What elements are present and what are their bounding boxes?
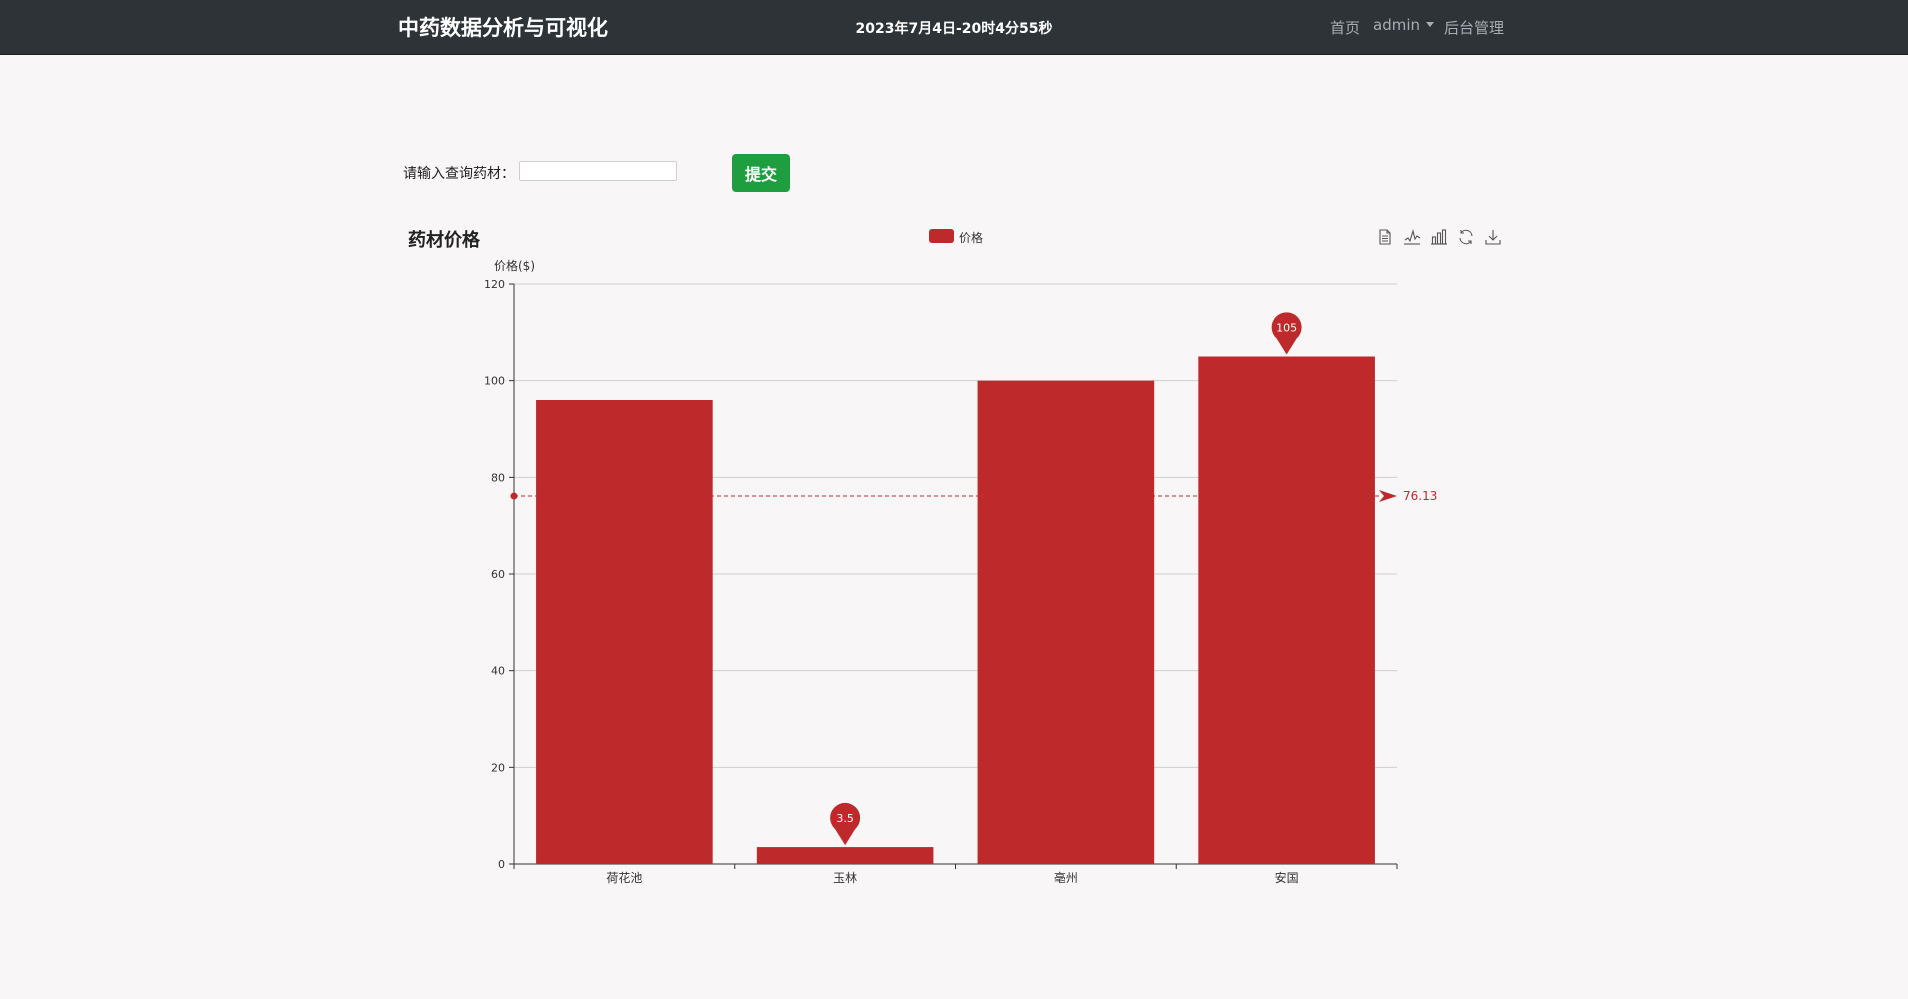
bar[interactable] <box>756 847 934 864</box>
y-tick-label: 60 <box>491 568 505 581</box>
mark-line-arrow <box>1379 490 1397 503</box>
mark-line-label: 76.13 <box>1403 489 1437 503</box>
bar-chart: 0 20 40 60 80 100 120 荷花池 玉林 亳州 安国 76.13 105 3.5 <box>484 278 1437 885</box>
x-tick-label: 亳州 <box>1054 870 1078 885</box>
bar[interactable] <box>1198 356 1375 865</box>
y-tick-label: 20 <box>491 761 505 774</box>
x-tick-label: 荷花池 <box>606 870 642 885</box>
x-tick-label: 玉林 <box>833 871 857 885</box>
y-tick-label: 100 <box>484 375 505 388</box>
mark-point-label: 3.5 <box>836 812 854 825</box>
bar[interactable] <box>977 380 1155 864</box>
x-tick-label: 安国 <box>1275 870 1299 885</box>
mark-point-label: 105 <box>1276 322 1297 335</box>
y-tick-label: 0 <box>498 858 505 871</box>
y-tick-label: 80 <box>491 471 505 484</box>
y-tick-label: 120 <box>484 278 505 291</box>
y-tick-label: 40 <box>491 665 505 678</box>
bar[interactable] <box>536 400 713 864</box>
